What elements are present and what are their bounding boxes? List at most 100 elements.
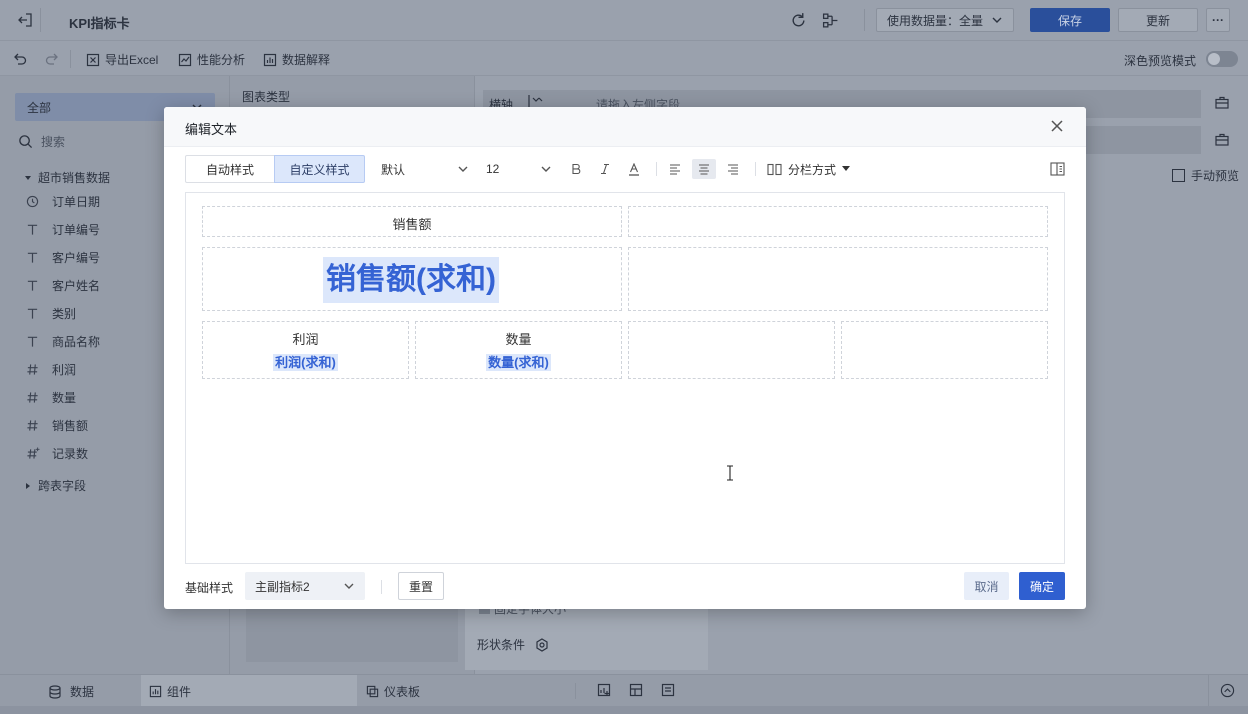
tab-custom-style[interactable]: 自定义样式 [274, 155, 365, 183]
confirm-button[interactable]: 确定 [1019, 572, 1065, 600]
cell-main-right[interactable] [628, 247, 1048, 311]
text-icon [26, 307, 42, 320]
font-size-select[interactable]: 12 [486, 155, 552, 183]
briefcase-icon[interactable] [1215, 133, 1229, 146]
checkbox[interactable] [1172, 169, 1185, 182]
toggle-knob [1208, 53, 1220, 65]
undo-icon[interactable] [12, 51, 28, 67]
component-icon [149, 685, 162, 698]
align-right-icon[interactable] [721, 159, 745, 179]
text-icon [26, 251, 42, 264]
add-table-icon[interactable] [661, 683, 675, 697]
field-item[interactable]: 利润 [26, 359, 76, 379]
divider [381, 580, 382, 594]
field-item-label: 销售额 [52, 418, 89, 433]
dialog-footer: 基础样式 主副指标2 重置 取消 确定 [164, 569, 1086, 609]
main-value-wrap: 销售额(求和) [319, 257, 503, 303]
number-icon [26, 363, 42, 376]
field-item[interactable]: 记录数 [26, 443, 88, 463]
performance-icon [178, 53, 192, 67]
bold-icon[interactable] [564, 159, 588, 179]
performance-button[interactable]: 性能分析 [178, 51, 245, 68]
field-item[interactable]: 客户编号 [26, 247, 100, 267]
font-family-select[interactable]: 默认 [381, 155, 469, 183]
italic-icon[interactable] [593, 159, 617, 179]
cell-main-left[interactable]: 销售额(求和) [202, 247, 622, 311]
chevron-down-icon [540, 163, 552, 175]
caret-right-icon [24, 482, 32, 490]
briefcase-icon[interactable] [1215, 96, 1229, 109]
close-icon[interactable] [1050, 119, 1066, 135]
cross-table-group[interactable]: 跨表字段 [24, 477, 86, 494]
align-left-icon[interactable] [663, 159, 687, 179]
field-search[interactable]: 搜索 [18, 133, 65, 150]
field-item-label: 记录数 [52, 446, 89, 461]
tab-data-label: 数据 [70, 685, 95, 699]
exit-icon[interactable] [17, 12, 33, 28]
chart-type-label: 图表类型 [242, 90, 291, 104]
cell-empty-3[interactable] [628, 321, 835, 379]
edit-text-dialog: 编辑文本 自动样式 自定义样式 默认 12 分栏方式 销售额 销售额(求和) 利… [164, 107, 1086, 609]
update-button[interactable]: 更新 [1118, 8, 1198, 32]
base-style-label: 基础样式 [185, 581, 234, 595]
number-icon [26, 419, 42, 432]
export-excel-button[interactable]: 导出Excel [86, 51, 158, 68]
field-item[interactable]: 客户姓名 [26, 275, 100, 295]
caret-down-icon [842, 166, 851, 172]
layout-panel-icon[interactable] [1045, 159, 1069, 179]
data-explain-button[interactable]: 数据解释 [263, 51, 330, 68]
field-item[interactable]: 订单日期 [26, 191, 100, 211]
redo-icon[interactable] [44, 51, 60, 67]
text-layout-canvas[interactable]: 销售额 销售额(求和) 利润 利润(求和) 数量 数量(求和) [185, 192, 1065, 564]
refresh-icon[interactable] [790, 12, 807, 29]
tab-auto-style[interactable]: 自动样式 [185, 155, 275, 183]
field-item[interactable]: 订单编号 [26, 219, 100, 239]
table-group[interactable]: 超市销售数据 [24, 169, 110, 186]
tab-component[interactable]: 组件 [141, 675, 357, 707]
cancel-button[interactable]: 取消 [964, 572, 1009, 600]
clock-icon [26, 195, 42, 208]
font-family-value: 默认 [381, 162, 406, 177]
caret-down-icon [24, 174, 32, 182]
tab-data[interactable]: 数据 [48, 683, 94, 700]
font-color-icon[interactable] [622, 159, 646, 179]
more-button[interactable]: ··· [1206, 8, 1230, 32]
performance-label: 性能分析 [197, 53, 246, 67]
field-item[interactable]: 商品名称 [26, 331, 100, 351]
field-item[interactable]: 类别 [26, 303, 76, 323]
field-item[interactable]: 销售额 [26, 415, 88, 435]
status-strip [0, 706, 1248, 714]
dashboard-icon [366, 685, 379, 698]
add-chart-icon[interactable] [597, 683, 611, 697]
field-item-label: 订单编号 [52, 222, 101, 237]
search-input[interactable]: 搜索 [41, 133, 65, 150]
dark-preview-toggle[interactable] [1206, 51, 1238, 67]
cell-quantity[interactable]: 数量 数量(求和) [415, 321, 622, 379]
gear-icon[interactable] [535, 637, 549, 652]
manual-preview-option[interactable]: 手动预览 [1172, 167, 1239, 184]
collapse-up-icon[interactable] [1220, 683, 1235, 698]
field-item-label: 利润 [52, 362, 77, 377]
link-icon[interactable] [822, 12, 839, 29]
shape-condition[interactable]: 形状条件 [477, 636, 549, 653]
chevron-down-icon [457, 163, 469, 175]
cell-profit[interactable]: 利润 利润(求和) [202, 321, 409, 379]
base-style-select[interactable]: 主副指标2 [245, 572, 365, 600]
dark-preview-label: 深色预览模式 [1124, 54, 1197, 68]
column-mode-select[interactable]: 分栏方式 [767, 155, 851, 183]
align-center-icon[interactable] [692, 159, 716, 179]
chevron-down-icon [991, 14, 1003, 26]
add-component-icon[interactable] [629, 683, 643, 697]
field-item[interactable]: 数量 [26, 387, 76, 407]
table-group-label: 超市销售数据 [38, 171, 111, 185]
cell-top-right[interactable] [628, 206, 1048, 237]
column-mode-label: 分栏方式 [788, 162, 837, 177]
save-button[interactable]: 保存 [1030, 8, 1110, 32]
reset-button[interactable]: 重置 [398, 572, 444, 600]
cell-top-left[interactable]: 销售额 [202, 206, 622, 237]
field-item-label: 客户姓名 [52, 278, 101, 293]
data-volume-select[interactable]: 使用数据量：全量 [876, 8, 1014, 32]
divider [70, 50, 71, 68]
cell-empty-4[interactable] [841, 321, 1048, 379]
tab-dashboard[interactable]: 仪表板 [366, 683, 420, 700]
